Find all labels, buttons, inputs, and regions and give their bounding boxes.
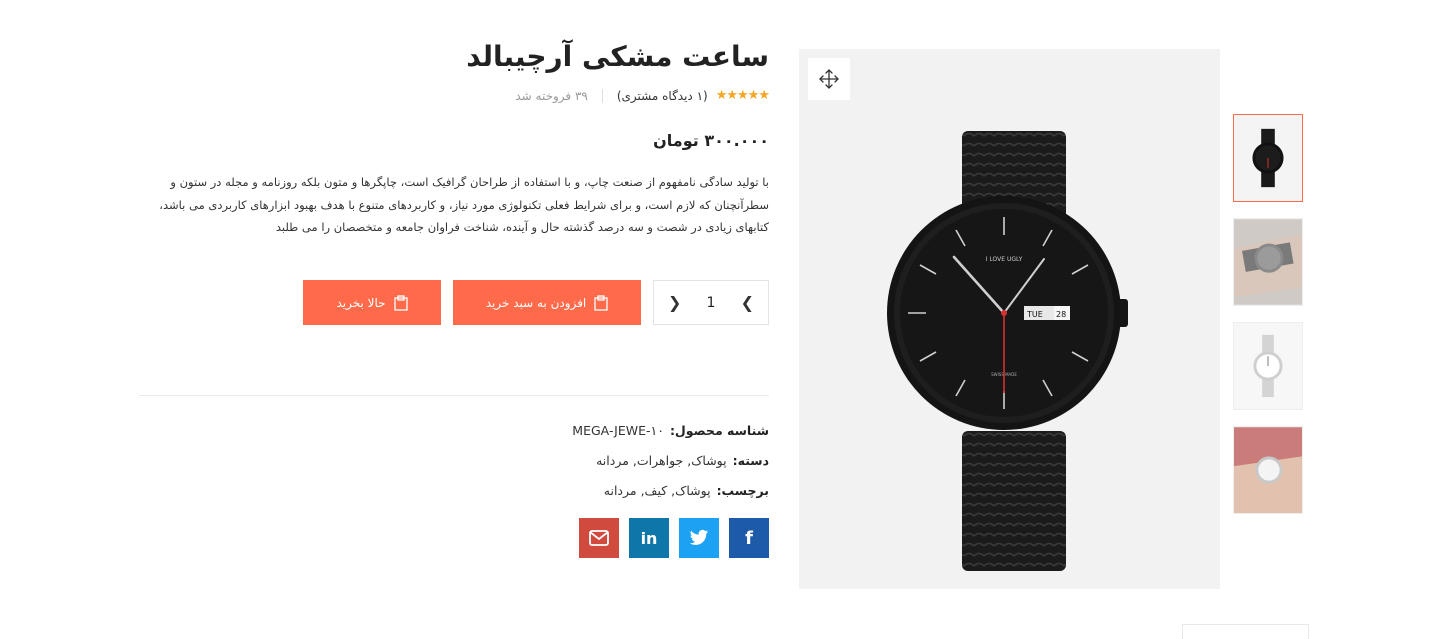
product-main-image[interactable]: TUE 28 I LOVE UGLY SWISS MADE — [799, 49, 1220, 589]
email-share-button[interactable] — [579, 518, 619, 558]
sku-label: شناسه محصول: — [669, 423, 769, 438]
shopping-bag-icon — [393, 294, 408, 311]
section-divider — [139, 395, 769, 396]
share-buttons: f in — [579, 518, 769, 558]
email-icon — [589, 530, 609, 546]
add-to-cart-button[interactable]: افزودن به سبد خرید — [453, 280, 641, 325]
add-to-cart-label: افزودن به سبد خرید — [485, 295, 587, 310]
tag-links[interactable]: پوشاک, کیف, مردانه — [604, 483, 711, 498]
twitter-icon — [689, 529, 709, 545]
quantity-value[interactable]: 1 — [707, 295, 716, 311]
facebook-share-button[interactable]: f — [729, 518, 769, 558]
category-row: دسته: پوشاک, جواهرات, مردانه — [596, 453, 769, 468]
sku-row: شناسه محصول: MEGA-JEWE-۱۰ — [572, 423, 769, 438]
twitter-share-button[interactable] — [679, 518, 719, 558]
thumbnail-silver-watch[interactable] — [1233, 322, 1303, 410]
tag-label: برچسب: — [716, 483, 769, 498]
watch-image: TUE 28 I LOVE UGLY SWISS MADE — [887, 131, 1128, 571]
tag-row: برچسب: پوشاک, کیف, مردانه — [604, 483, 769, 498]
thumbnail-gallery — [1233, 114, 1303, 530]
rating-row: ★★★★★ (۱ دیدگاه مشتری) ۳۹ فروخته شد — [515, 88, 770, 103]
chevron-right-icon[interactable]: ❯ — [741, 293, 754, 312]
facebook-icon: f — [745, 527, 753, 549]
watch-date: 28 — [1056, 310, 1066, 319]
shopping-bag-icon — [594, 294, 608, 311]
divider — [601, 88, 603, 103]
category-label: دسته: — [732, 453, 769, 468]
buy-now-label: حالا بخرید — [336, 295, 386, 310]
star-rating-icon: ★★★★★ — [715, 88, 770, 103]
sku-value: MEGA-JEWE-۱۰ — [572, 423, 664, 438]
linkedin-share-button[interactable]: in — [629, 518, 669, 558]
corner-box — [1182, 624, 1309, 639]
thumbnail-black-watch[interactable] — [1233, 114, 1303, 202]
quantity-stepper: ❯ 1 ❮ — [653, 280, 769, 325]
expand-icon[interactable] — [808, 58, 850, 100]
product-price: ۳۰۰.۰۰۰ تومان — [653, 131, 769, 150]
watch-dial-text: I LOVE UGLY — [986, 256, 1023, 263]
review-count-link[interactable]: (۱ دیدگاه مشتری) — [617, 89, 708, 103]
product-info: ساعت مشکی آرچیبالد ★★★★★ (۱ دیدگاه مشتری… — [139, 0, 770, 639]
product-title: ساعت مشکی آرچیبالد — [466, 40, 769, 73]
category-links[interactable]: پوشاک, جواهرات, مردانه — [596, 453, 727, 468]
thumbnail-silver-watch-wrist[interactable] — [1233, 426, 1303, 514]
cart-actions: ❯ 1 ❮ افزودن به سبد خرید حالا بخرید — [303, 280, 769, 325]
product-description: با تولید سادگی نامفهوم از صنعت چاپ، و با… — [159, 175, 769, 234]
thumbnail-grey-watch-wrist[interactable] — [1233, 218, 1303, 306]
chevron-left-icon[interactable]: ❮ — [668, 293, 681, 312]
buy-now-button[interactable]: حالا بخرید — [303, 280, 441, 325]
sold-count: ۳۹ فروخته شد — [515, 88, 588, 103]
watch-day: TUE — [1026, 310, 1043, 319]
linkedin-icon: in — [640, 528, 658, 548]
